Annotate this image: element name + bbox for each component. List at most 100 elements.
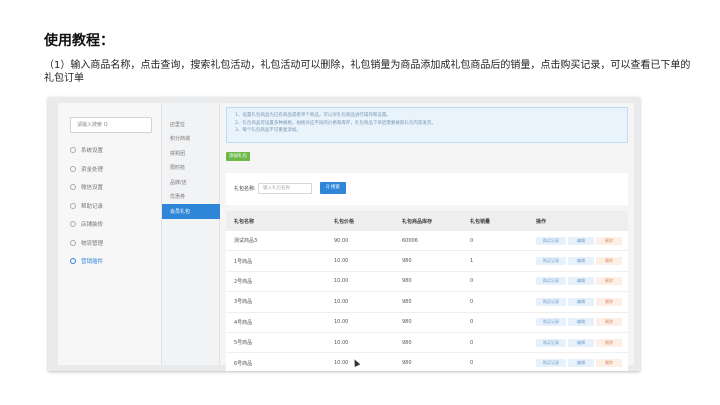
cell-name: 1号商品 (234, 258, 253, 265)
table-row: 2号商品 10.00 980 0 购买记录 编辑 删除 (226, 272, 628, 293)
menu-circle-icon (70, 165, 76, 172)
sidebar-search-input[interactable]: 请输入搜索 Q (70, 117, 152, 133)
cell-name: 3号商品 (234, 299, 253, 306)
sidebar-item[interactable]: 物流管理 (58, 234, 162, 253)
table-row: 测试商品3 90.00 60006 0 购买记录 编辑 删除 (226, 231, 628, 252)
edit-button[interactable]: 编辑 (568, 338, 594, 347)
cell-stock: 980 (402, 319, 412, 326)
delete-button[interactable]: 删除 (596, 338, 622, 347)
sidebar-item-label: 微信设置 (81, 185, 104, 192)
table-row: 5号商品 10.00 980 0 购买记录 编辑 删除 (226, 333, 628, 354)
edit-button[interactable]: 编辑 (568, 236, 594, 245)
sidebar-menu: 系统设置资金处理微信设置帮助记录店铺装修物流管理营销插件 (58, 141, 162, 271)
row-actions: 购买记录 编辑 删除 (536, 359, 628, 368)
menu-circle-icon (70, 221, 76, 228)
cell-sales: 0 (470, 237, 474, 244)
notice-line: 3、每个礼包商品不可重复添加。 (235, 128, 301, 133)
delete-button[interactable]: 删除 (596, 318, 622, 327)
sidebar-item[interactable]: 系统设置 (58, 141, 162, 160)
cell-price: 10.00 (334, 360, 349, 367)
purchase-record-button[interactable]: 购买记录 (536, 359, 566, 368)
menu-circle-icon (70, 184, 76, 191)
cell-sales: 0 (470, 319, 474, 326)
purchase-record-button[interactable]: 购买记录 (536, 277, 566, 286)
sidebar-item[interactable]: 微信设置 (58, 178, 162, 197)
menu-circle-icon (70, 147, 76, 154)
sidebar-item-label: 帮助记录 (81, 203, 104, 210)
cell-sales: 0 (470, 360, 474, 367)
cell-price: 90.00 (334, 237, 349, 244)
sub-nav-list: 店里位 积分商城 拼购团 限时抢 品牌/店 优惠券 会员礼包 (162, 117, 220, 219)
notice-line: 1、设置礼包商品为已有商品或者单个商品，可以对礼包商品进行操作和设置。 (235, 113, 391, 118)
slide-description: （1）输入商品名称，点击查询，搜索礼包活动，礼包活动可以删除，礼包销量为商品添加… (44, 60, 691, 84)
edit-button[interactable]: 编辑 (568, 297, 594, 306)
sidebar: 请输入搜索 Q 系统设置资金处理微信设置帮助记录店铺装修物流管理营销插件 (58, 103, 162, 365)
cell-stock: 980 (402, 258, 412, 265)
menu-circle-icon (70, 258, 76, 265)
search-label: 礼包名称: (234, 186, 256, 192)
delete-button[interactable]: 删除 (596, 297, 622, 306)
edit-button[interactable]: 编辑 (568, 277, 594, 286)
header-price: 礼包价格 (334, 218, 355, 225)
notice-box: 1、设置礼包商品为已有商品或者单个商品，可以对礼包商品进行操作和设置。 2、礼包商… (226, 107, 628, 143)
sidebar-item-label: 物流管理 (81, 240, 104, 247)
cell-stock: 980 (402, 360, 412, 367)
edit-button[interactable]: 编辑 (568, 359, 594, 368)
sidebar-item[interactable]: 资金处理 (58, 160, 162, 179)
sub-nav-item[interactable]: 优惠券 (162, 190, 220, 205)
row-actions: 购买记录 编辑 删除 (536, 236, 628, 245)
cell-stock: 60006 (402, 237, 418, 244)
sub-nav-item[interactable]: 会员礼包 (162, 204, 220, 219)
sub-nav-item[interactable]: 限时抢 (162, 161, 220, 176)
purchase-record-button[interactable]: 购买记录 (536, 257, 566, 266)
sub-nav-item[interactable]: 店里位 (162, 117, 220, 132)
sidebar-item-label: 资金处理 (81, 166, 104, 173)
sidebar-item-label: 系统设置 (81, 148, 104, 155)
cell-sales: 0 (470, 339, 474, 346)
table-header: 礼包名称 礼包价格 礼包商品库存 礼包销量 操作 (226, 211, 628, 231)
table-row: 3号商品 10.00 980 0 购买记录 编辑 删除 (226, 292, 628, 313)
row-actions: 购买记录 编辑 删除 (536, 257, 628, 266)
delete-button[interactable]: 删除 (596, 257, 622, 266)
sidebar-item[interactable]: 营销插件 (58, 252, 162, 271)
cell-name: 测试商品3 (234, 238, 258, 245)
add-gift-pack-button[interactable]: 添加礼包 (226, 152, 250, 161)
table-row: 4号商品 10.00 980 0 购买记录 编辑 删除 (226, 313, 628, 333)
sub-nav-item[interactable]: 品牌/店 (162, 175, 220, 190)
gift-name-search-input[interactable]: 输入礼包名称 (258, 183, 312, 194)
search-button[interactable]: Q 搜索 (320, 182, 346, 194)
cell-price: 10.00 (334, 298, 349, 305)
purchase-record-button[interactable]: 购买记录 (536, 236, 566, 245)
header-actions: 操作 (536, 218, 547, 225)
table-body: 测试商品3 90.00 60006 0 购买记录 编辑 删除 1号商品 10.00 980 1 购买记… (226, 231, 628, 371)
delete-button[interactable]: 删除 (596, 277, 622, 286)
sidebar-item-label: 店铺装修 (81, 222, 104, 229)
delete-button[interactable]: 删除 (596, 236, 622, 245)
sub-nav-item[interactable]: 积分商城 (162, 132, 220, 147)
sub-nav-item[interactable]: 拼购团 (162, 146, 220, 161)
edit-button[interactable]: 编辑 (568, 318, 594, 327)
search-panel: 礼包名称: 输入礼包名称 Q 搜索 (226, 173, 628, 205)
sidebar-item[interactable]: 帮助记录 (58, 197, 162, 216)
sidebar-item[interactable]: 店铺装修 (58, 215, 162, 234)
cell-price: 10.00 (334, 339, 349, 346)
cell-stock: 980 (402, 339, 412, 346)
slide-title: 使用教程： (44, 33, 114, 49)
header-stock: 礼包商品库存 (402, 218, 433, 225)
row-actions: 购买记录 编辑 删除 (536, 318, 628, 327)
notice-line: 2、礼包商品可设置多种规格，规格对应不同的价格和库存，礼包商品下单后需要按照礼包… (235, 120, 436, 126)
cell-stock: 980 (402, 298, 412, 305)
menu-circle-icon (70, 202, 76, 209)
row-actions: 购买记录 编辑 删除 (536, 277, 628, 286)
purchase-record-button[interactable]: 购买记录 (536, 318, 566, 327)
table-row: 6号商品 10.00 980 0 购买记录 编辑 删除 (226, 353, 628, 371)
purchase-record-button[interactable]: 购买记录 (536, 338, 566, 347)
purchase-record-button[interactable]: 购买记录 (536, 297, 566, 306)
edit-button[interactable]: 编辑 (568, 257, 594, 266)
cell-sales: 0 (470, 298, 474, 305)
cell-sales: 0 (470, 278, 474, 285)
header-name: 礼包名称 (234, 218, 255, 225)
delete-button[interactable]: 删除 (596, 359, 622, 368)
table-row: 1号商品 10.00 980 1 购买记录 编辑 删除 (226, 251, 628, 272)
gift-pack-table: 礼包名称 礼包价格 礼包商品库存 礼包销量 操作 测试商品3 90.00 60006… (226, 211, 628, 371)
